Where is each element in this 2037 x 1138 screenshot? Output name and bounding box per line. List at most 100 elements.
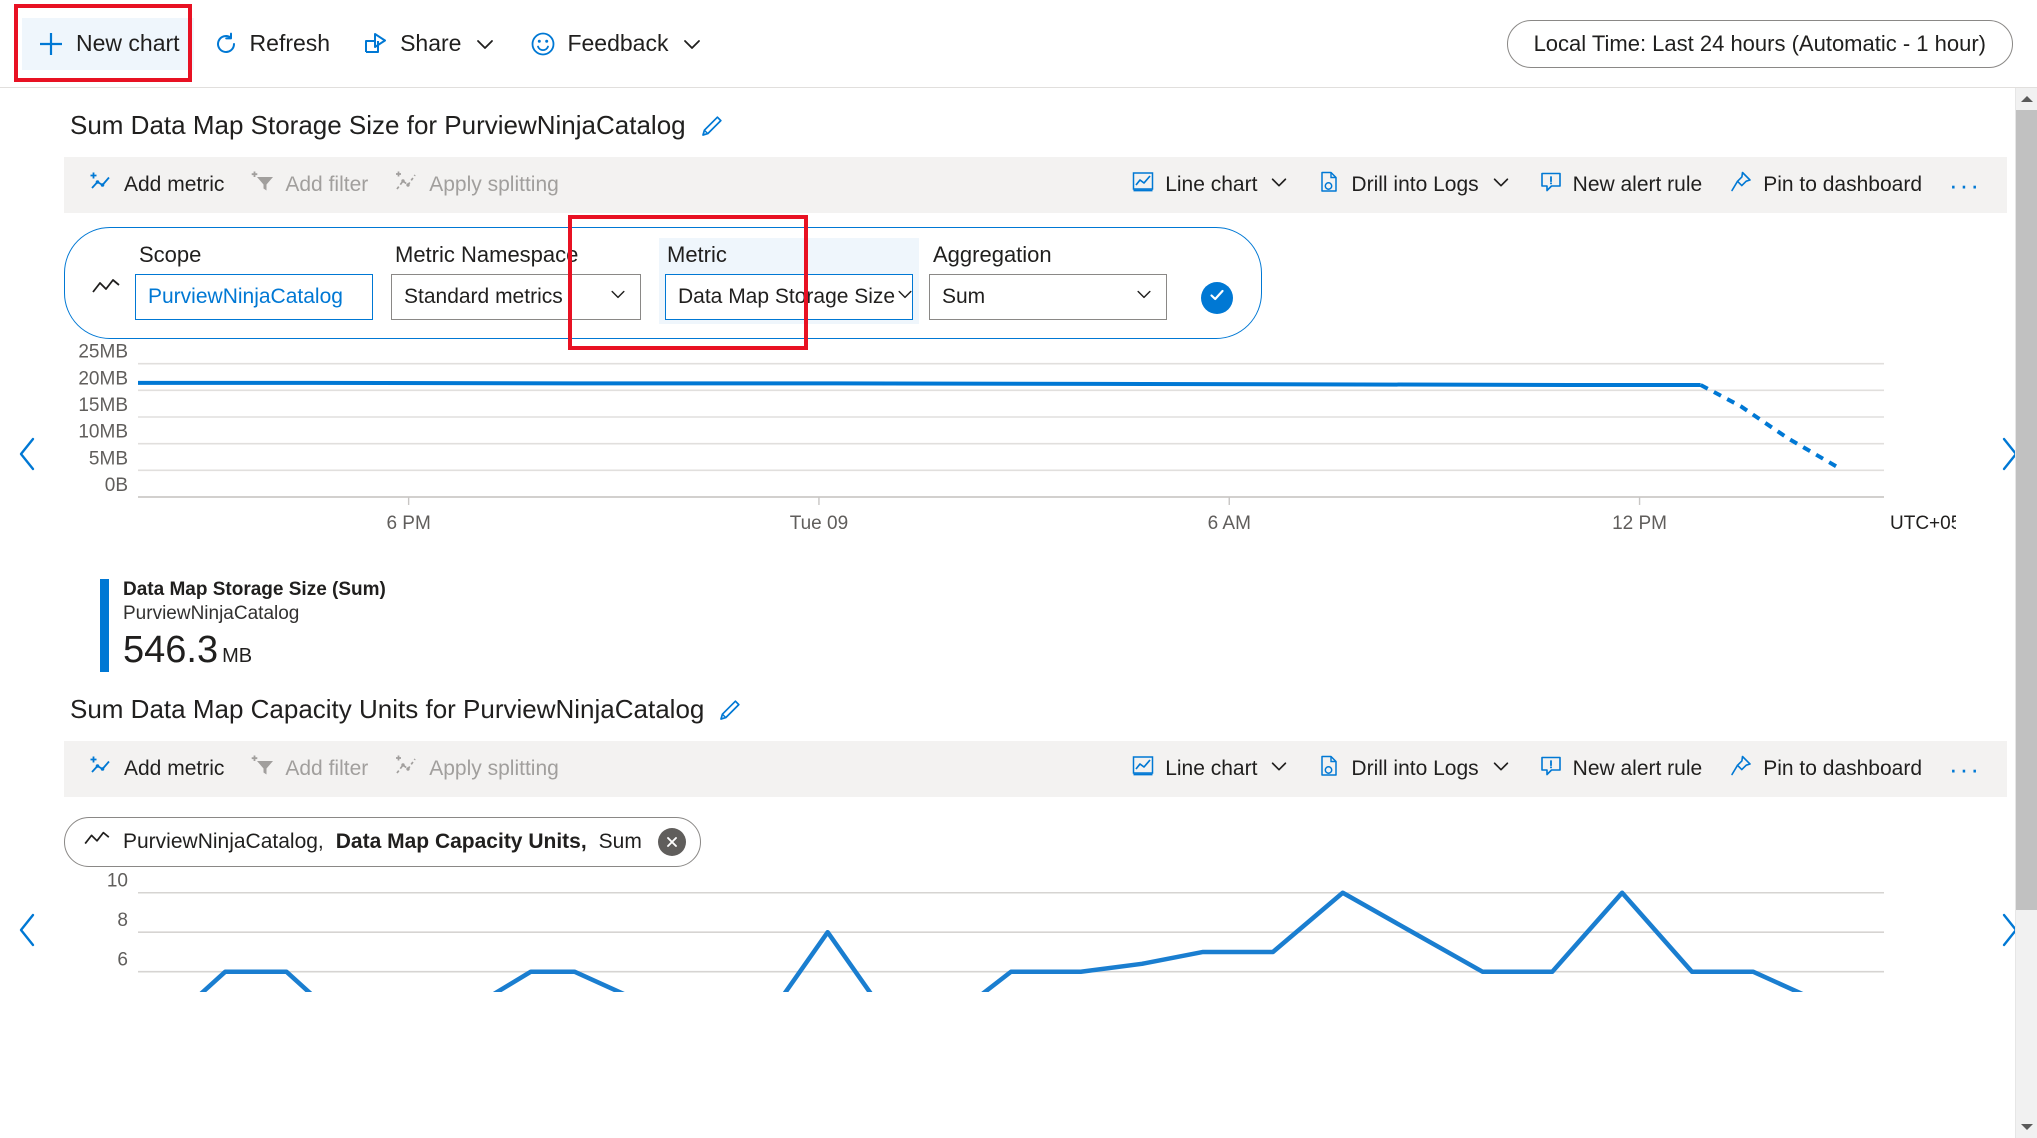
apply-splitting-button: Apply splitting xyxy=(381,163,572,207)
chart-1-title: Sum Data Map Storage Size for PurviewNin… xyxy=(70,110,686,140)
vertical-scrollbar[interactable] xyxy=(2015,88,2037,1138)
chart-1-toolbar-right: Line chart Drill into Logs New alert rul… xyxy=(1117,163,1995,207)
scrollbar-track[interactable] xyxy=(2016,110,2037,1116)
add-metric-label: Add metric xyxy=(124,173,225,196)
logs-icon xyxy=(1316,753,1342,785)
legend-value-row: 546.3 MB xyxy=(123,629,386,672)
chart-type-label: Line chart xyxy=(1165,757,1258,780)
new-chart-button[interactable]: New chart xyxy=(22,17,194,70)
chart-type-button[interactable]: Line chart xyxy=(1117,747,1303,791)
svg-text:Tue 09: Tue 09 xyxy=(790,513,848,534)
add-metric-button[interactable]: Add metric xyxy=(76,163,237,207)
drill-into-logs-button[interactable]: Drill into Logs xyxy=(1303,163,1524,207)
time-range-label: Local Time: Last 24 hours (Automatic - 1… xyxy=(1533,30,1986,56)
metric-namespace-label: Metric Namespace xyxy=(395,242,579,267)
aggregation-value: Sum xyxy=(942,285,986,308)
svg-text:20MB: 20MB xyxy=(78,368,128,389)
scope-label: Scope xyxy=(139,242,202,267)
add-metric-icon xyxy=(89,753,115,785)
metric-namespace-select[interactable]: Standard metrics xyxy=(391,274,641,320)
scroll-up-icon[interactable] xyxy=(2016,88,2037,110)
svg-text:5MB: 5MB xyxy=(89,448,128,469)
line-chart-icon xyxy=(1130,169,1156,201)
chart-1-more-button[interactable]: ··· xyxy=(1935,172,1995,198)
chart-type-button[interactable]: Line chart xyxy=(1117,163,1303,207)
plus-icon xyxy=(36,29,66,59)
command-bar: New chart Refresh Share Feedback Local T… xyxy=(0,0,2037,88)
add-metric-label: Add metric xyxy=(124,757,225,780)
metric-field: Metric Data Map Storage Size xyxy=(659,238,919,324)
svg-text:8: 8 xyxy=(117,910,128,931)
chart-2-pan-left-button[interactable] xyxy=(0,867,56,992)
chart-1-plot: 0B 5MB 10MB 15MB 20MB 25MB 6 PM Tue 09 6 AM 12 PM… xyxy=(56,339,1981,569)
drill-into-logs-label: Drill into Logs xyxy=(1351,757,1479,780)
share-icon xyxy=(362,30,390,58)
smiley-icon xyxy=(529,30,557,58)
pin-to-dashboard-button[interactable]: Pin to dashboard xyxy=(1715,163,1935,207)
splitting-icon xyxy=(394,169,420,201)
pencil-icon[interactable] xyxy=(698,112,726,140)
chart-1-legend: Data Map Storage Size (Sum) PurviewNinja… xyxy=(0,569,2037,672)
close-icon[interactable] xyxy=(657,828,686,856)
metric-namespace-field: Metric Namespace Standard metrics xyxy=(391,238,641,320)
chevron-down-icon xyxy=(1268,755,1290,783)
legend-text: Data Map Storage Size (Sum) PurviewNinja… xyxy=(123,579,386,672)
feedback-button[interactable]: Feedback xyxy=(515,18,718,70)
scroll-down-icon[interactable] xyxy=(2016,1116,2037,1138)
chevron-down-icon xyxy=(1490,755,1512,783)
apply-metric-button[interactable] xyxy=(1201,282,1233,314)
drill-into-logs-button[interactable]: Drill into Logs xyxy=(1303,747,1524,791)
alert-icon xyxy=(1538,753,1564,785)
add-metric-button[interactable]: Add metric xyxy=(76,747,237,791)
svg-text:UTC+05:30: UTC+05:30 xyxy=(1890,513,1956,534)
checkmark-icon xyxy=(1207,285,1227,311)
new-chart-label: New chart xyxy=(76,30,180,56)
chip-scope: PurviewNinjaCatalog, xyxy=(123,830,324,853)
chart-1-plot-row: 0B 5MB 10MB 15MB 20MB 25MB 6 PM Tue 09 6 AM 12 PM… xyxy=(0,339,2037,569)
add-filter-button: Add filter xyxy=(237,747,381,791)
scrollbar-thumb[interactable] xyxy=(2016,110,2037,910)
metric-label: Metric xyxy=(667,242,727,267)
splitting-icon xyxy=(394,753,420,785)
chart-2-title: Sum Data Map Capacity Units for PurviewN… xyxy=(70,694,705,724)
chart-1-title-row: Sum Data Map Storage Size for PurviewNin… xyxy=(0,88,2037,157)
line-chart-icon xyxy=(1130,753,1156,785)
chevron-down-icon xyxy=(680,32,704,56)
chart-1-toolbar: Add metric Add filter Apply splitting Li… xyxy=(64,157,2007,213)
scope-input[interactable]: PurviewNinjaCatalog xyxy=(135,274,373,320)
chart-1-svg: 0B 5MB 10MB 15MB 20MB 25MB 6 PM Tue 09 6 AM 12 PM… xyxy=(78,342,1956,534)
add-filter-button: Add filter xyxy=(237,163,381,207)
chart-2-more-button[interactable]: ··· xyxy=(1935,756,1995,782)
legend-resource-name: PurviewNinjaCatalog xyxy=(123,603,300,624)
refresh-button[interactable]: Refresh xyxy=(198,18,345,70)
command-bar-buttons: New chart Refresh Share Feedback xyxy=(22,17,718,70)
chevron-down-icon xyxy=(1490,171,1512,199)
pin-icon xyxy=(1728,169,1754,201)
add-filter-label: Add filter xyxy=(285,173,369,196)
metric-line-icon xyxy=(83,829,111,855)
add-metric-icon xyxy=(89,169,115,201)
share-button[interactable]: Share xyxy=(348,18,511,70)
refresh-icon xyxy=(212,30,240,58)
chart-1-pan-left-button[interactable] xyxy=(0,339,56,569)
logs-icon xyxy=(1316,169,1342,201)
chart-2-toolbar: Add metric Add filter Apply splitting Li… xyxy=(64,741,2007,797)
metric-select[interactable]: Data Map Storage Size xyxy=(665,274,913,320)
chevron-down-icon xyxy=(473,32,497,56)
time-range-picker[interactable]: Local Time: Last 24 hours (Automatic - 1… xyxy=(1506,19,2013,68)
chevron-down-icon xyxy=(1268,171,1290,199)
svg-text:10: 10 xyxy=(107,871,128,892)
pin-to-dashboard-button[interactable]: Pin to dashboard xyxy=(1715,747,1935,791)
pencil-icon[interactable] xyxy=(716,696,744,724)
aggregation-select[interactable]: Sum xyxy=(929,274,1167,320)
svg-text:0B: 0B xyxy=(105,475,128,496)
add-filter-label: Add filter xyxy=(285,757,369,780)
new-alert-rule-button[interactable]: New alert rule xyxy=(1525,163,1716,207)
new-alert-rule-button[interactable]: New alert rule xyxy=(1525,747,1716,791)
filter-icon xyxy=(250,753,276,785)
metric-chip[interactable]: PurviewNinjaCatalog, Data Map Capacity U… xyxy=(64,817,701,867)
share-label: Share xyxy=(400,30,462,56)
chart-card-storage-size: Sum Data Map Storage Size for PurviewNin… xyxy=(0,88,2037,672)
chart-2-toolbar-right: Line chart Drill into Logs New alert rul… xyxy=(1117,747,1995,791)
aggregation-field: Aggregation Sum xyxy=(929,238,1167,320)
